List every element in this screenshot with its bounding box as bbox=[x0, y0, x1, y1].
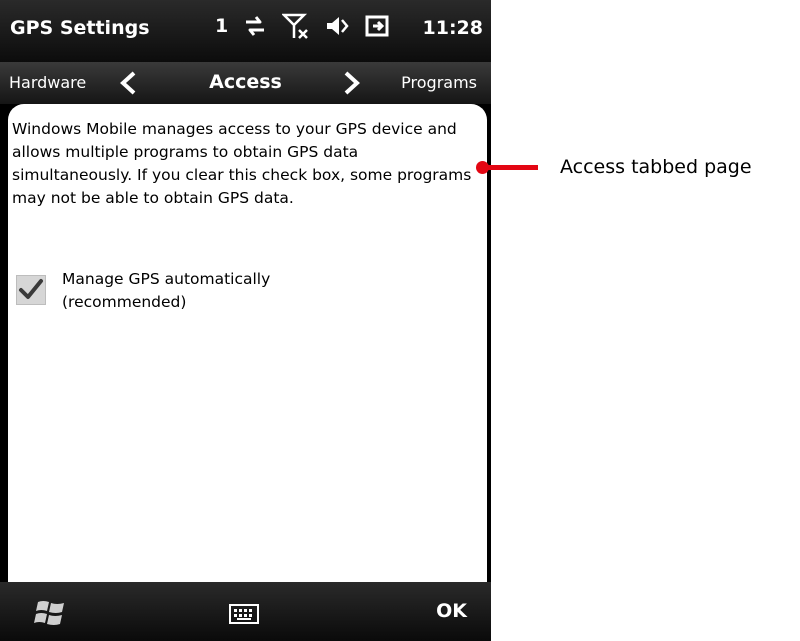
status-icons[interactable]: 1 bbox=[215, 12, 392, 40]
checkbox-label[interactable]: Manage GPS automatically (recommended) bbox=[62, 268, 362, 314]
checkbox-label-line1: Manage GPS automatically bbox=[62, 270, 271, 288]
signal-strength: 1 bbox=[215, 15, 229, 37]
checkbox-label-line2: (recommended) bbox=[62, 293, 187, 311]
description-text: Windows Mobile manages access to your GP… bbox=[12, 120, 472, 207]
windows-start-icon[interactable] bbox=[34, 598, 68, 628]
data-transfer-icon bbox=[246, 16, 265, 36]
clock: 11:28 bbox=[422, 17, 483, 39]
chevron-right-icon[interactable] bbox=[340, 70, 364, 96]
no-signal-icon bbox=[282, 13, 309, 39]
speaker-icon bbox=[327, 17, 349, 35]
device-screen: GPS Settings 1 11:28 Hardware Access Pro… bbox=[0, 0, 491, 641]
callout-label: Access tabbed page bbox=[560, 156, 752, 178]
ok-button[interactable]: OK bbox=[436, 600, 467, 622]
title-bar: GPS Settings 1 11:28 bbox=[0, 0, 491, 62]
checkmark-icon bbox=[19, 279, 43, 299]
access-page: Windows Mobile manages access to your GP… bbox=[8, 104, 487, 582]
callout-line bbox=[484, 165, 538, 170]
manage-gps-checkbox[interactable] bbox=[16, 275, 46, 305]
app-title: GPS Settings bbox=[10, 17, 150, 39]
tab-navigation: Hardware Access Programs bbox=[0, 62, 491, 104]
softkey-bar: OK bbox=[0, 582, 491, 641]
keyboard-icon[interactable] bbox=[229, 604, 259, 624]
battery-charging-icon bbox=[365, 15, 389, 37]
tab-programs[interactable]: Programs bbox=[401, 73, 477, 92]
